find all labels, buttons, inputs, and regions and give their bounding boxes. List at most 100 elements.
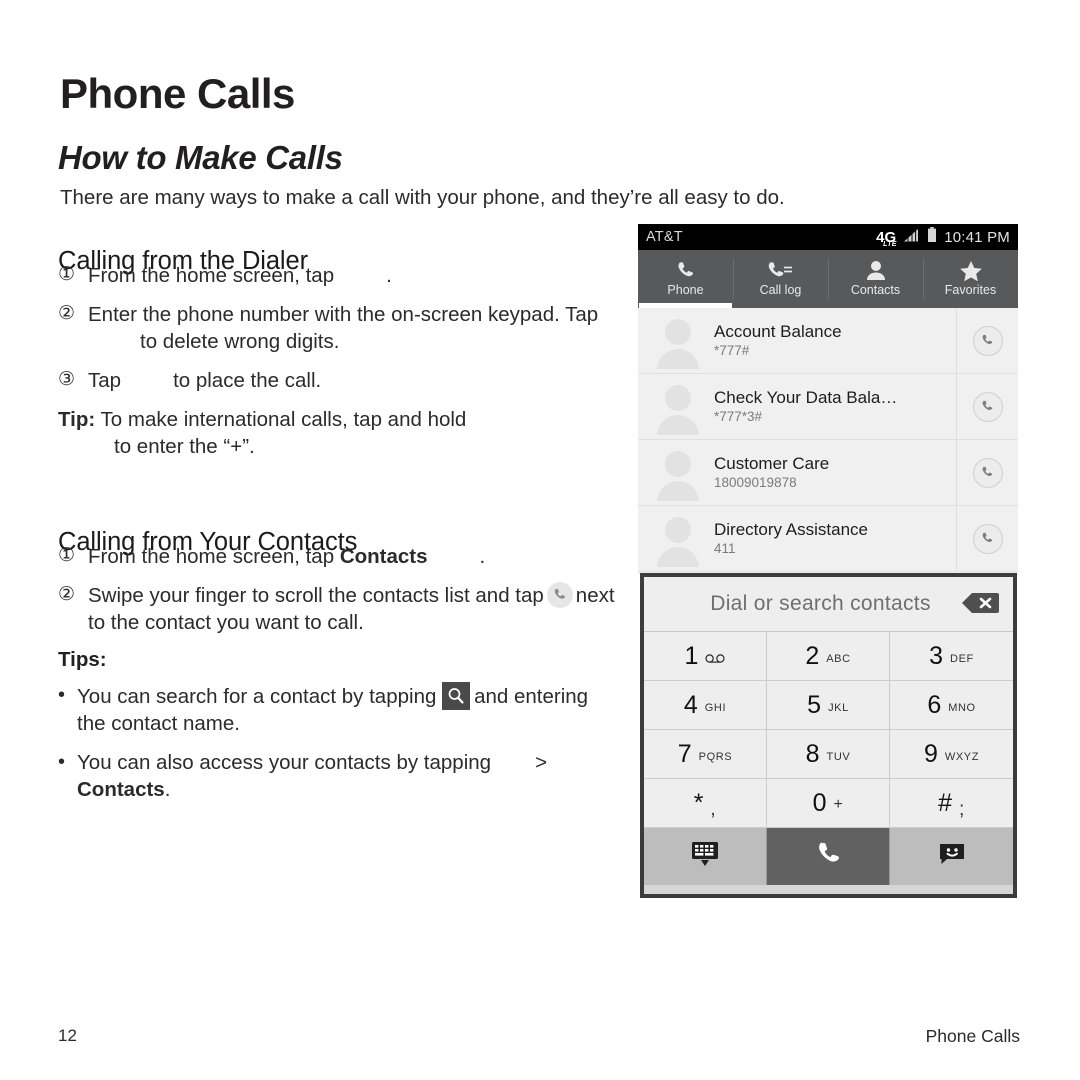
step-text-after: . <box>386 264 392 287</box>
call-contact-button[interactable] <box>956 374 1018 439</box>
key-5[interactable]: 5 JKL <box>767 681 890 730</box>
lte-network-icon: 4G LTE <box>876 230 896 248</box>
call-contact-button[interactable] <box>956 308 1018 373</box>
contact-text: Directory Assistance 411 <box>704 520 956 557</box>
contact-number: 18009019878 <box>714 475 797 491</box>
status-bar: AT&T 4G LTE 10:41 PM <box>638 224 1018 250</box>
carrier-label: AT&T <box>646 229 683 245</box>
step-item: ② Enter the phone number with the on-scr… <box>58 301 618 355</box>
contact-row[interactable]: Directory Assistance 411 <box>638 506 1018 572</box>
step-text-after: to place the call. <box>173 369 322 393</box>
contact-name: Customer Care <box>714 453 830 473</box>
key-0[interactable]: 0 + <box>767 779 890 828</box>
contact-row[interactable]: Check Your Data Bala… *777*3# <box>638 374 1018 440</box>
tab-contacts[interactable]: Contacts <box>828 250 923 308</box>
step-text-bold: Contacts <box>339 545 428 568</box>
step-text-before: Tap <box>88 369 122 393</box>
tab-label: Contacts <box>850 282 901 297</box>
step-text-before: Enter the phone number with the on-scree… <box>88 303 599 327</box>
bullet-text-after: . <box>164 778 171 802</box>
tab-phone[interactable]: Phone <box>638 250 733 308</box>
key-7[interactable]: 7 PQRS <box>644 730 767 779</box>
hide-keypad-button[interactable] <box>644 828 767 885</box>
tab-favorites[interactable]: Favorites <box>923 250 1018 308</box>
key-digit: 9 <box>923 739 938 768</box>
key-letters: JKL <box>828 701 849 714</box>
status-time: 10:41 PM <box>944 228 1010 246</box>
key-4[interactable]: 4 GHI <box>644 681 767 730</box>
key-digit: 0 <box>812 788 827 817</box>
key-star[interactable]: * , <box>644 779 767 828</box>
place-call-button[interactable] <box>767 828 890 885</box>
call-contact-button[interactable] <box>956 440 1018 505</box>
dialer-steps-list: ① From the home screen, tap. ② Enter the… <box>58 262 618 472</box>
step-item: ① From the home screen, tap Contacts. <box>58 543 618 570</box>
battery-icon <box>927 227 937 247</box>
phone-handset-icon <box>972 523 1003 554</box>
page-title: Phone Calls <box>60 70 295 118</box>
key-6[interactable]: 6 MNO <box>890 681 1013 730</box>
contact-row[interactable]: Account Balance *777# <box>638 308 1018 374</box>
step-marker: ① <box>58 264 76 285</box>
send-message-button[interactable] <box>890 828 1013 885</box>
contacts-steps-list: ① From the home screen, tap Contacts. ② … <box>58 543 618 815</box>
dial-input-row[interactable]: Dial or search contacts <box>644 577 1013 632</box>
bullet-text-part1: You can also access your contacts by tap… <box>77 751 492 775</box>
step-text: From the home screen, tap Contacts. <box>88 543 618 570</box>
keypad-grid: 1 2 ABC 3 DEF 4 GHI 5 JKL 6 MNO 7 PQRS 8… <box>644 632 1013 885</box>
step-item: ② Swipe your finger to scroll the contac… <box>58 582 618 636</box>
bullet-text-bold: Contacts <box>77 778 165 802</box>
tip-text-cont: to enter the “+”. <box>114 435 255 459</box>
key-digit: 6 <box>927 690 942 719</box>
call-badge-icon <box>546 582 573 609</box>
tab-bar: Phone Call log Contacts Favorites <box>638 250 1018 308</box>
section-title: How to Make Calls <box>58 139 343 177</box>
call-log-icon <box>767 259 794 283</box>
key-8[interactable]: 8 TUV <box>767 730 890 779</box>
key-digit: * <box>693 788 704 817</box>
contact-name: Directory Assistance <box>714 519 868 539</box>
tab-call-log[interactable]: Call log <box>733 250 828 308</box>
phone-handset-icon <box>972 391 1003 422</box>
key-digit: # <box>938 788 952 817</box>
key-digit: 7 <box>677 739 692 768</box>
bullet-text-part1: You can search for a contact by tapping <box>77 685 437 709</box>
hide-keypad-icon <box>690 841 720 872</box>
contact-list[interactable]: Account Balance *777# Check Your Data Ba… <box>638 308 1018 572</box>
contact-row[interactable]: Customer Care 18009019878 <box>638 440 1018 506</box>
step-item: ③ Tap to place the call. <box>58 367 618 394</box>
voicemail-icon <box>705 644 726 668</box>
call-contact-button[interactable] <box>956 506 1018 571</box>
contact-number: 411 <box>714 541 736 557</box>
phone-handset-icon <box>675 259 696 283</box>
key-pound[interactable]: # ; <box>890 779 1013 828</box>
phone-handset-icon <box>815 840 842 873</box>
step-text-part1: Swipe your finger to scroll the contacts… <box>88 584 544 608</box>
step-marker: ① <box>58 545 76 566</box>
key-2[interactable]: 2 ABC <box>767 632 890 681</box>
search-icon <box>442 682 471 711</box>
tab-label: Favorites <box>944 282 997 297</box>
manual-page: Phone Calls How to Make Calls There are … <box>0 0 1080 1080</box>
key-letters: ; <box>959 799 965 820</box>
phone-handset-icon <box>972 457 1003 488</box>
key-9[interactable]: 9 WXYZ <box>890 730 1013 779</box>
key-digit: 2 <box>805 641 820 670</box>
dial-search-input[interactable]: Dial or search contacts <box>658 592 957 616</box>
contact-text: Account Balance *777# <box>704 322 956 359</box>
key-3[interactable]: 3 DEF <box>890 632 1013 681</box>
contact-name: Check Your Data Bala… <box>714 387 898 407</box>
key-letters: GHI <box>704 701 727 714</box>
key-1[interactable]: 1 <box>644 632 767 681</box>
avatar <box>652 445 704 501</box>
step-text: Tap to place the call. <box>88 367 618 394</box>
tab-label: Phone <box>667 282 704 297</box>
step-text: Swipe your finger to scroll the contacts… <box>88 582 618 636</box>
key-digit: 5 <box>807 690 822 719</box>
dialer-panel: Dial or search contacts 1 2 ABC 3 DEF 4 … <box>640 573 1017 898</box>
bullet-marker: • <box>58 684 66 707</box>
key-letters: , <box>710 799 717 820</box>
intro-paragraph: There are many ways to make a call with … <box>60 185 785 209</box>
message-smiley-icon <box>938 842 966 871</box>
backspace-icon[interactable] <box>961 591 999 617</box>
